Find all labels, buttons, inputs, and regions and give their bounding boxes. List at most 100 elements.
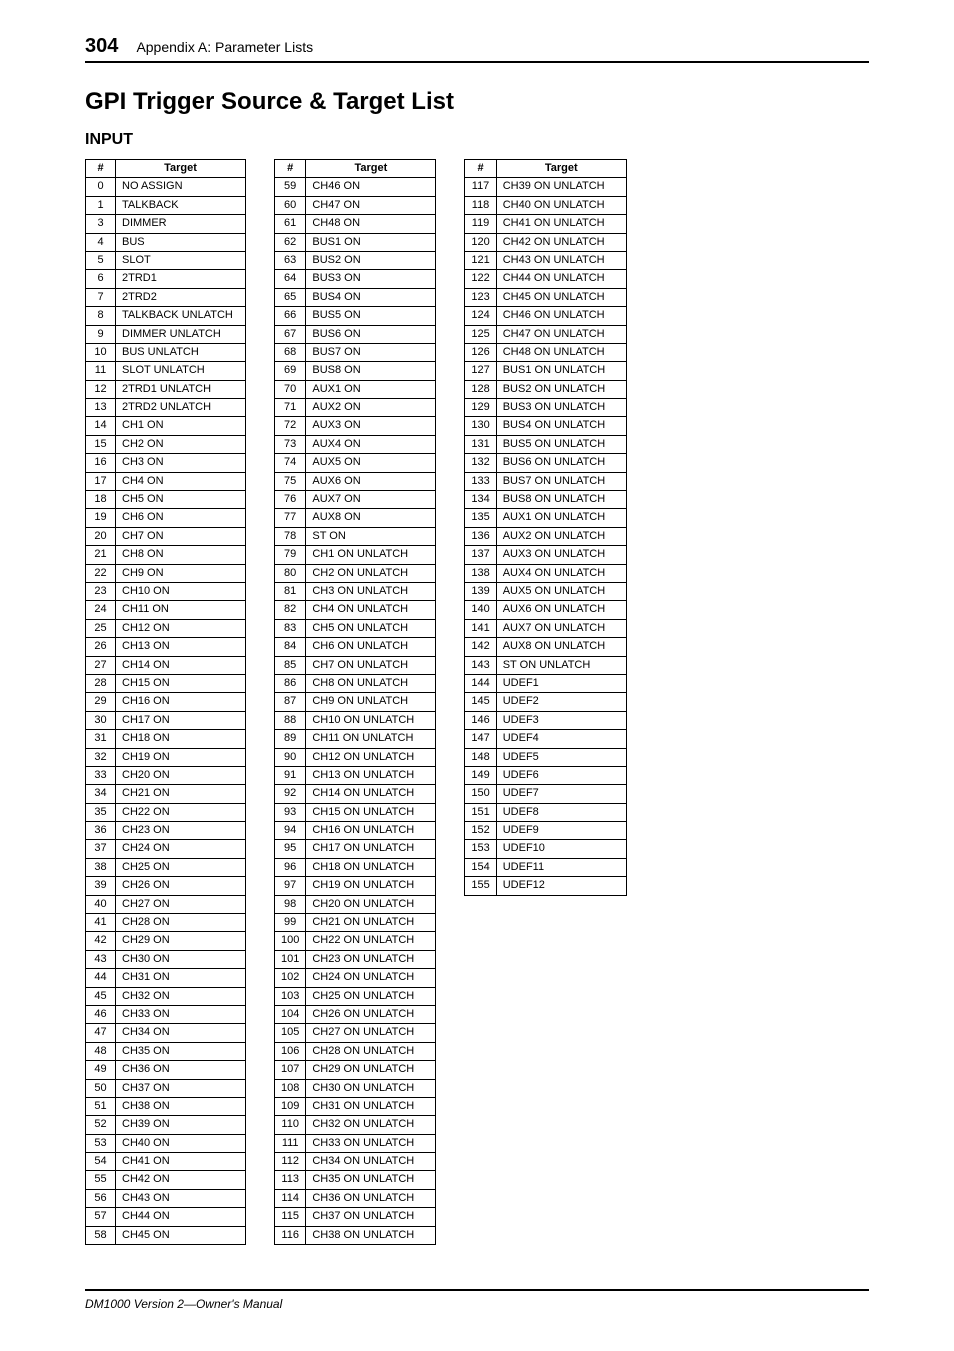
row-target: CH45 ON UNLATCH — [496, 288, 626, 306]
table-row: 27CH14 ON — [86, 656, 246, 674]
row-number: 124 — [465, 307, 496, 325]
row-target: CH34 ON — [116, 1024, 246, 1042]
table-row: 132TRD2 UNLATCH — [86, 399, 246, 417]
row-target: CH23 ON — [116, 822, 246, 840]
row-target: CH28 ON — [116, 914, 246, 932]
row-number: 54 — [86, 1153, 116, 1171]
row-number: 22 — [86, 564, 116, 582]
row-target: CH10 ON UNLATCH — [306, 711, 436, 729]
row-target: UDEF3 — [496, 711, 626, 729]
table-row: 24CH11 ON — [86, 601, 246, 619]
table-row: 137AUX3 ON UNLATCH — [465, 546, 626, 564]
table-row: 139AUX5 ON UNLATCH — [465, 582, 626, 600]
row-target: CH46 ON — [306, 178, 436, 196]
table-row: 121CH43 ON UNLATCH — [465, 251, 626, 269]
sub-heading: INPUT — [85, 131, 869, 149]
table-row: 148UDEF5 — [465, 748, 626, 766]
table-row: 16CH3 ON — [86, 454, 246, 472]
table-row: 48CH35 ON — [86, 1042, 246, 1060]
row-target: CH6 ON UNLATCH — [306, 638, 436, 656]
table-row: 136AUX2 ON UNLATCH — [465, 527, 626, 545]
row-number: 47 — [86, 1024, 116, 1042]
row-number: 31 — [86, 730, 116, 748]
row-number: 129 — [465, 399, 496, 417]
row-target: UDEF12 — [496, 877, 626, 895]
row-target: CH13 ON — [116, 638, 246, 656]
row-target: CH12 ON UNLATCH — [306, 748, 436, 766]
row-number: 64 — [275, 270, 306, 288]
table-row: 46CH33 ON — [86, 1005, 246, 1023]
table-row: 100CH22 ON UNLATCH — [275, 932, 436, 950]
table-row: 30CH17 ON — [86, 711, 246, 729]
row-target: BUS2 ON — [306, 251, 436, 269]
table-row: 127BUS1 ON UNLATCH — [465, 362, 626, 380]
row-target: CH11 ON UNLATCH — [306, 730, 436, 748]
table-row: 17CH4 ON — [86, 472, 246, 490]
row-target: CH31 ON — [116, 969, 246, 987]
table-row: 54CH41 ON — [86, 1153, 246, 1171]
row-target: UDEF6 — [496, 766, 626, 784]
table-row: 110CH32 ON UNLATCH — [275, 1116, 436, 1134]
input-table-2: #Target59CH46 ON60CH47 ON61CH48 ON62BUS1… — [274, 159, 436, 1245]
table-row: 57CH44 ON — [86, 1208, 246, 1226]
row-target: 2TRD2 — [116, 288, 246, 306]
table-row: 131BUS5 ON UNLATCH — [465, 435, 626, 453]
row-target: UDEF9 — [496, 822, 626, 840]
row-number: 143 — [465, 656, 496, 674]
row-target: CH38 ON — [116, 1097, 246, 1115]
table-row: 154UDEF11 — [465, 858, 626, 876]
row-target: CH37 ON — [116, 1079, 246, 1097]
row-target: AUX4 ON — [306, 435, 436, 453]
table-row: 59CH46 ON — [275, 178, 436, 196]
row-target: CH35 ON UNLATCH — [306, 1171, 436, 1189]
table-row: 20CH7 ON — [86, 527, 246, 545]
row-number: 29 — [86, 693, 116, 711]
row-target: CH38 ON UNLATCH — [306, 1226, 436, 1244]
table-row: 155UDEF12 — [465, 877, 626, 895]
row-target: CH29 ON UNLATCH — [306, 1061, 436, 1079]
row-target: BUS7 ON UNLATCH — [496, 472, 626, 490]
row-number: 135 — [465, 509, 496, 527]
table-row: 152UDEF9 — [465, 822, 626, 840]
row-number: 95 — [275, 840, 306, 858]
row-number: 76 — [275, 491, 306, 509]
row-number: 74 — [275, 454, 306, 472]
table-row: 67BUS6 ON — [275, 325, 436, 343]
table-row: 116CH38 ON UNLATCH — [275, 1226, 436, 1244]
row-number: 139 — [465, 582, 496, 600]
row-number: 108 — [275, 1079, 306, 1097]
row-target: CH32 ON — [116, 987, 246, 1005]
row-number: 25 — [86, 619, 116, 637]
table-row: 14CH1 ON — [86, 417, 246, 435]
row-number: 65 — [275, 288, 306, 306]
row-target: UDEF1 — [496, 674, 626, 692]
row-number: 78 — [275, 527, 306, 545]
table-row: 64BUS3 ON — [275, 270, 436, 288]
table-row: 52CH39 ON — [86, 1116, 246, 1134]
row-number: 117 — [465, 178, 496, 196]
table-row: 69BUS8 ON — [275, 362, 436, 380]
row-target: CH43 ON UNLATCH — [496, 251, 626, 269]
row-target: AUX2 ON UNLATCH — [496, 527, 626, 545]
row-target: BUS5 ON — [306, 307, 436, 325]
table-row: 15CH2 ON — [86, 435, 246, 453]
row-number: 94 — [275, 822, 306, 840]
row-target: SLOT — [116, 251, 246, 269]
row-target: BUS6 ON — [306, 325, 436, 343]
row-number: 26 — [86, 638, 116, 656]
row-number: 7 — [86, 288, 116, 306]
row-number: 151 — [465, 803, 496, 821]
row-number: 146 — [465, 711, 496, 729]
row-number: 138 — [465, 564, 496, 582]
row-target: CH9 ON UNLATCH — [306, 693, 436, 711]
row-number: 122 — [465, 270, 496, 288]
row-number: 38 — [86, 858, 116, 876]
table-row: 3DIMMER — [86, 215, 246, 233]
row-number: 72 — [275, 417, 306, 435]
row-number: 37 — [86, 840, 116, 858]
row-target: NO ASSIGN — [116, 178, 246, 196]
row-number: 88 — [275, 711, 306, 729]
row-target: BUS8 ON UNLATCH — [496, 491, 626, 509]
row-target: CH48 ON — [306, 215, 436, 233]
table-row: 129BUS3 ON UNLATCH — [465, 399, 626, 417]
